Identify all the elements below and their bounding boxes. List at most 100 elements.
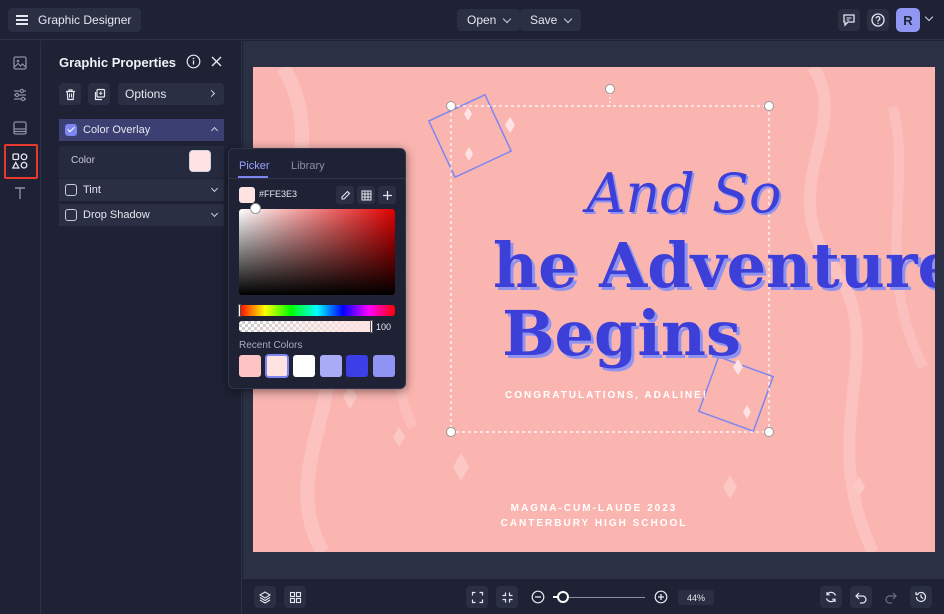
tab-picker[interactable]: Picker: [239, 160, 270, 172]
saturation-handle[interactable]: [250, 203, 261, 214]
redo-icon: [885, 592, 897, 604]
save-label: Save: [530, 13, 558, 27]
chevron-down-icon: [503, 14, 512, 23]
avatar[interactable]: R: [896, 8, 920, 32]
collapse-icon: [502, 592, 512, 602]
save-button[interactable]: Save: [520, 9, 582, 31]
panel-title: Graphic Properties: [59, 55, 177, 70]
text-tool-button[interactable]: [10, 183, 30, 203]
app-menu-button[interactable]: Graphic Designer: [8, 8, 142, 32]
zoom-out-button[interactable]: [531, 590, 545, 604]
minus-circle-icon: [531, 590, 545, 604]
add-color-button[interactable]: [378, 186, 396, 204]
hex-input[interactable]: #FFE3E3: [259, 189, 297, 199]
plus-circle-icon: [654, 590, 668, 604]
comments-button[interactable]: [838, 9, 860, 31]
chevron-up-icon[interactable]: [210, 126, 219, 135]
undo-button[interactable]: [850, 586, 872, 608]
trash-icon: [65, 88, 75, 100]
info-button[interactable]: [186, 54, 201, 69]
chevron-down-icon[interactable]: [924, 12, 934, 22]
footer-line-2[interactable]: CANTERBURY HIGH SCHOOL: [253, 518, 935, 529]
app-title: Graphic Designer: [38, 13, 132, 27]
color-overlay-label: Color Overlay: [83, 124, 151, 136]
shrink-button[interactable]: [496, 586, 518, 608]
zoom-in-button[interactable]: [654, 590, 668, 604]
eyedropper-button[interactable]: [336, 186, 354, 204]
layout-icon: [13, 121, 27, 135]
redo-button[interactable]: [880, 586, 902, 608]
grid-view-button[interactable]: [284, 586, 306, 608]
color-picker-popup: Picker Library #FFE3E3 100 Recent Colors: [228, 148, 406, 389]
drop-shadow-section[interactable]: Drop Shadow: [59, 204, 224, 226]
plus-icon: [382, 190, 392, 200]
chevron-right-icon: [207, 89, 216, 98]
graphics-tool-button[interactable]: [10, 151, 30, 171]
hamburger-icon: [16, 15, 28, 25]
open-button[interactable]: Open: [457, 9, 521, 31]
history-button[interactable]: [910, 586, 932, 608]
recent-color-swatch[interactable]: [239, 355, 261, 377]
text-icon: [15, 187, 25, 199]
help-button[interactable]: [867, 9, 889, 31]
shapes-icon: [11, 153, 28, 169]
comment-icon: [843, 14, 855, 27]
hue-handle[interactable]: [238, 304, 241, 317]
info-icon: [186, 54, 201, 69]
hue-slider[interactable]: [239, 305, 395, 316]
opacity-slider[interactable]: [239, 321, 373, 332]
recent-color-swatch[interactable]: [293, 355, 315, 377]
background-tool-button[interactable]: [10, 118, 30, 138]
image-icon: [13, 56, 27, 70]
opacity-handle[interactable]: [370, 320, 373, 333]
expand-icon: [471, 591, 483, 603]
recent-color-swatch[interactable]: [320, 355, 342, 377]
bottom-toolbar: 44%: [243, 578, 944, 614]
color-overlay-section[interactable]: Color Overlay: [59, 119, 224, 141]
history-icon: [915, 591, 927, 603]
eyedropper-icon: [340, 190, 350, 200]
saturation-value-area[interactable]: [239, 209, 395, 295]
zoom-slider-handle[interactable]: [557, 591, 569, 603]
current-color-swatch: [239, 187, 255, 203]
undo-icon: [855, 592, 867, 604]
delete-button[interactable]: [59, 83, 81, 105]
sliders-icon: [14, 88, 26, 102]
top-bar: Graphic Designer Open Save R: [0, 0, 944, 40]
chevron-down-icon: [564, 14, 573, 23]
recent-color-swatch[interactable]: [373, 355, 395, 377]
refresh-icon: [825, 591, 837, 603]
options-label: Options: [125, 87, 167, 101]
palette-grid-button[interactable]: [357, 186, 375, 204]
drop-shadow-label: Drop Shadow: [83, 209, 150, 221]
recent-color-swatch[interactable]: [346, 355, 368, 377]
adjustments-tool-button[interactable]: [10, 85, 30, 105]
color-row: Color: [59, 146, 224, 178]
fit-to-screen-button[interactable]: [466, 586, 488, 608]
grid-icon: [361, 190, 371, 200]
drop-shadow-checkbox[interactable]: [65, 209, 77, 221]
close-panel-button[interactable]: [210, 55, 223, 68]
tint-checkbox[interactable]: [65, 184, 77, 196]
layers-button[interactable]: [254, 586, 276, 608]
left-tool-rail: [0, 41, 41, 614]
duplicate-button[interactable]: [88, 83, 110, 105]
chevron-down-icon[interactable]: [210, 184, 219, 193]
open-label: Open: [467, 13, 497, 27]
recent-color-swatch[interactable]: [265, 354, 289, 378]
color-overlay-checkbox[interactable]: [65, 124, 77, 136]
layers-icon: [258, 591, 272, 604]
tint-section[interactable]: Tint: [59, 179, 224, 201]
chevron-down-icon[interactable]: [210, 209, 219, 218]
opacity-value: 100: [376, 322, 392, 332]
tab-library[interactable]: Library: [291, 160, 325, 172]
image-tool-button[interactable]: [10, 53, 30, 73]
options-button[interactable]: Options: [118, 83, 224, 105]
tint-label: Tint: [83, 184, 101, 196]
zoom-level[interactable]: 44%: [678, 590, 714, 605]
congrats-text[interactable]: CONGRATULATIONS, ADALINE!: [505, 390, 708, 401]
refresh-button[interactable]: [820, 586, 842, 608]
recent-colors-label: Recent Colors: [239, 340, 303, 351]
overlay-color-swatch[interactable]: [189, 150, 211, 172]
footer-line-1[interactable]: MAGNA-CUM-LAUDE 2023: [253, 503, 935, 514]
